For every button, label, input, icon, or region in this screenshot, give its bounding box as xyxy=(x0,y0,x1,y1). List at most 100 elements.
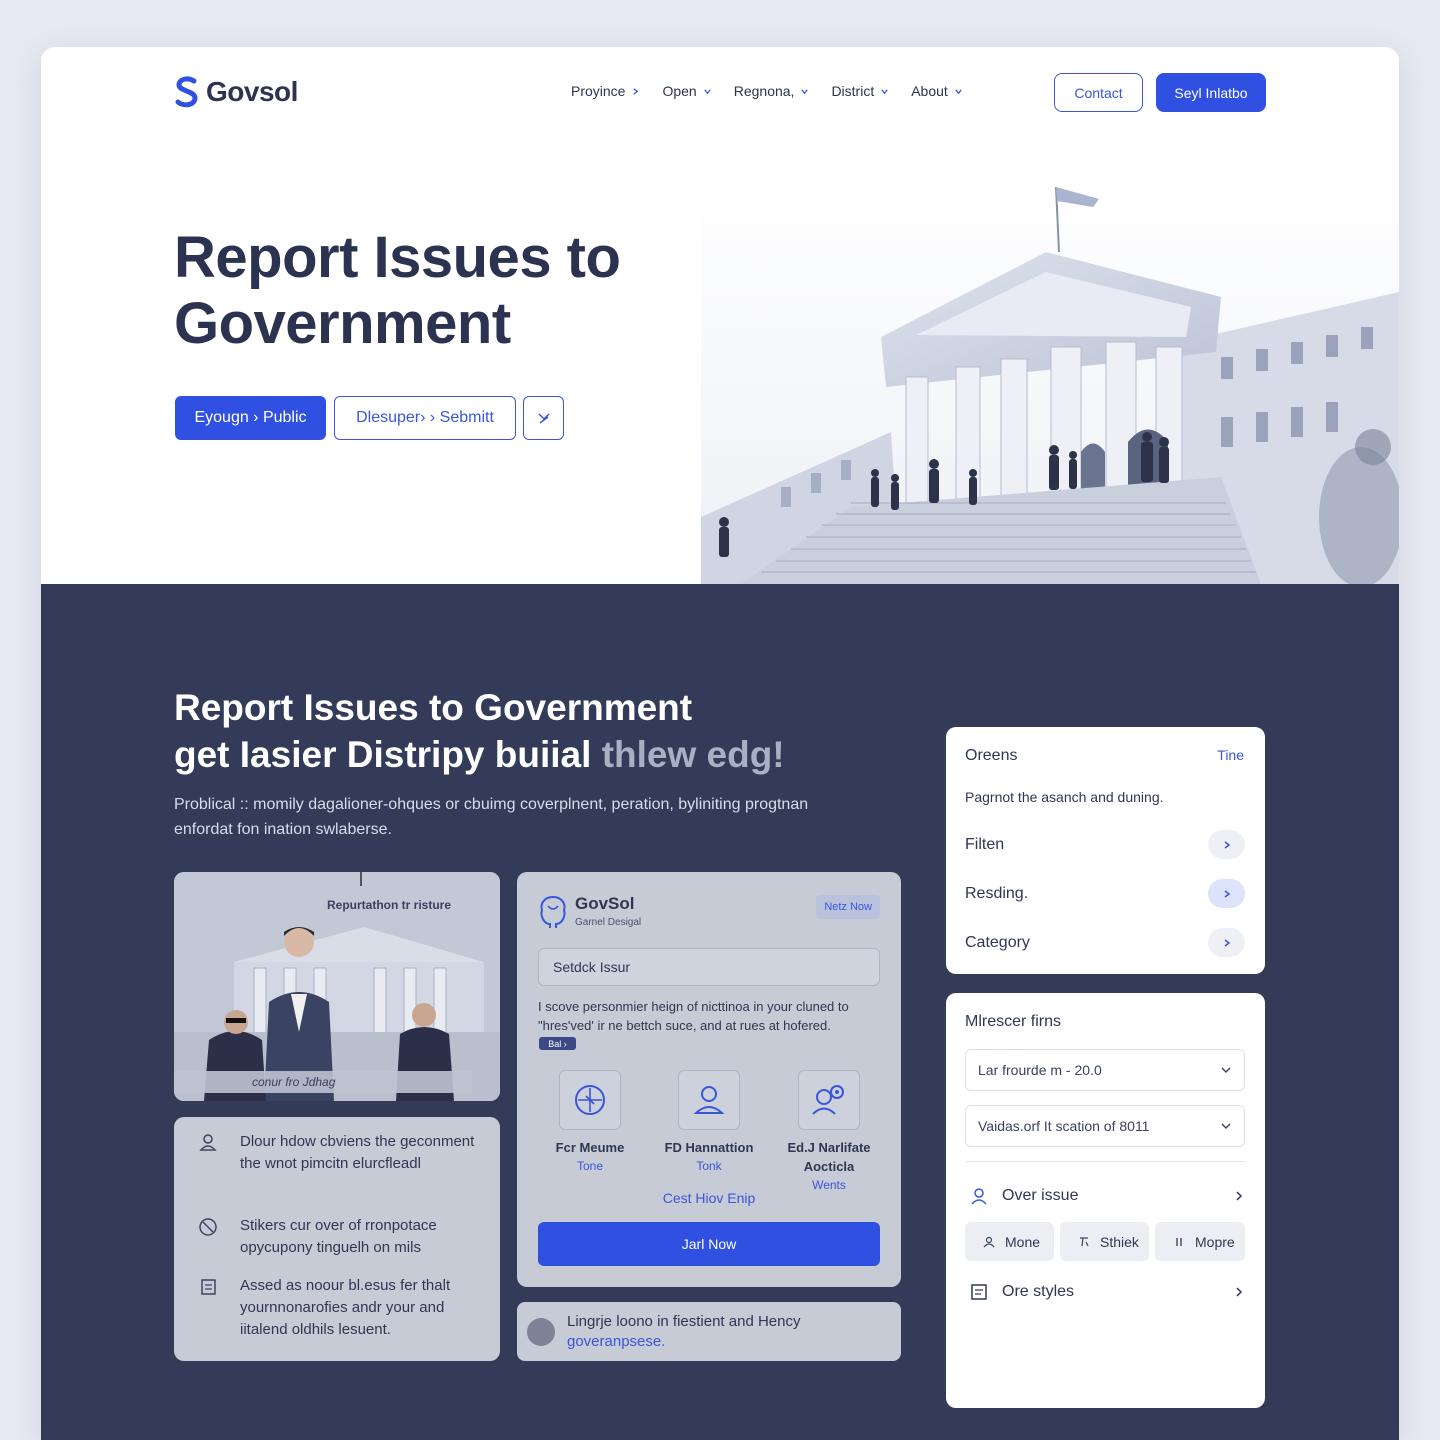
chip-sthiek[interactable]: Sthiek xyxy=(1060,1222,1149,1261)
section-title-muted: thlew edg! xyxy=(601,734,785,775)
document-icon xyxy=(971,1284,987,1300)
chip-more[interactable]: Mone xyxy=(965,1222,1054,1261)
over-issue-row[interactable]: Over issue xyxy=(970,1187,1245,1205)
list-item[interactable]: Assed as noour bl.esus fer thalt yournno… xyxy=(198,1275,490,1341)
person-icon xyxy=(983,1236,995,1247)
filter-row-label: Filten xyxy=(965,835,1005,853)
menu-label: Regnona, xyxy=(733,83,795,99)
settings-user-icon xyxy=(812,1085,844,1115)
menu-label: About xyxy=(911,83,948,99)
menu-item-province[interactable]: Proyince xyxy=(571,83,640,99)
chevron-right-icon xyxy=(1236,1191,1243,1201)
filter-row[interactable]: Resding. xyxy=(965,879,1245,908)
logo[interactable]: Govsol xyxy=(174,75,298,109)
news-text: Lingrje loono in fiestient and Hency gov… xyxy=(567,1312,800,1352)
time-link[interactable]: Tine xyxy=(1217,747,1244,763)
select-value: Vaidas.orf It scation of 8011 xyxy=(978,1118,1150,1134)
list-item[interactable]: Dlour hdow cbviens the geconment the wno… xyxy=(198,1131,490,1175)
ore-styles-row[interactable]: Ore styles xyxy=(970,1283,1245,1301)
more-title: Mlrescer firns xyxy=(965,1013,1062,1030)
feature-item[interactable]: Fcr Meume Tone xyxy=(535,1070,645,1173)
list-item-text: Dlour hdow cbviens the geconment the wno… xyxy=(240,1133,475,1172)
logo-icon xyxy=(175,76,198,108)
section-description: Problical :: momily dagalioner-ohques or… xyxy=(174,796,809,838)
news-link[interactable]: goveranpsese. xyxy=(567,1332,800,1352)
govsol-app-card: GovSol Garnel Desigal Netz Now Setdck Is… xyxy=(517,872,901,1287)
photo-caption-top: Repurtathon tr risture xyxy=(327,898,452,912)
filter-row[interactable]: Category xyxy=(965,928,1245,957)
divider xyxy=(965,1161,1245,1162)
chip-mopre[interactable]: Mopre xyxy=(1155,1222,1245,1261)
news-card[interactable]: Lingrje loono in fiestient and Hency gov… xyxy=(517,1302,901,1361)
tag-icon xyxy=(1080,1236,1089,1246)
section-title-line2: get Iasier Distripy buiial thlew edg! xyxy=(174,731,785,778)
location-select[interactable]: Vaidas.orf It scation of 8011 xyxy=(965,1105,1245,1147)
filter-row[interactable]: Filten xyxy=(965,830,1245,859)
search-input[interactable]: Setdck Issur xyxy=(538,948,880,986)
filter-row-label: Category xyxy=(965,933,1030,951)
toggle[interactable] xyxy=(1208,830,1245,859)
avatar xyxy=(527,1317,555,1346)
public-button[interactable]: Eyougn › Public xyxy=(175,396,326,440)
feature-icon-box xyxy=(559,1070,621,1130)
app-description: I scove personmier heign of nicttinoa in… xyxy=(538,999,849,1033)
section-title-main: get Iasier Distripy buiial xyxy=(174,734,592,775)
filter-card: Oreens Tine Pagrnot the asanch and dunin… xyxy=(946,727,1265,974)
chevron-right-icon xyxy=(633,87,639,95)
section-title-line1: Report Issues to Government xyxy=(174,687,693,728)
info-list-card: Dlour hdow cbviens the geconment the wno… xyxy=(174,1117,500,1361)
block-icon xyxy=(199,1218,217,1236)
row-label: Over issue xyxy=(1002,1187,1079,1204)
person-icon xyxy=(693,1086,725,1114)
brain-icon xyxy=(540,896,566,928)
pause-icon xyxy=(1176,1237,1182,1246)
hero-title: Report Issues to Government xyxy=(174,225,621,356)
select-value: Lar frourde m - 20.0 xyxy=(978,1062,1102,1078)
filter-description: Pagrnot the asanch and duning. xyxy=(965,789,1164,805)
contact-button[interactable]: Contact xyxy=(1054,73,1143,112)
chevron-right-icon xyxy=(1224,938,1230,947)
app-logo: GovSol Garnel Desigal xyxy=(537,894,641,930)
help-link[interactable]: Cest Hiov Enip xyxy=(517,1190,901,1206)
officials-photo-card[interactable]: Repurtathon tr risture conur fro Jdhag xyxy=(174,872,500,1101)
toggle[interactable] xyxy=(1208,928,1245,957)
chevron-down-icon xyxy=(881,88,888,94)
toggle[interactable] xyxy=(1208,879,1245,908)
page-frame: Govsol Proyince Open Regnona, District A… xyxy=(41,47,1399,1440)
document-icon xyxy=(201,1279,216,1295)
new-badge[interactable]: Netz Now xyxy=(816,895,880,919)
chip-label: Mone xyxy=(1005,1233,1041,1250)
chevron-right-icon xyxy=(1236,1287,1243,1297)
menu-item-regional[interactable]: Regnona, xyxy=(734,83,810,99)
compass-icon xyxy=(575,1085,605,1115)
chevron-down-icon xyxy=(801,88,809,94)
list-item-text: Assed as noour bl.esus fer thalt yournno… xyxy=(240,1277,451,1338)
government-building-image xyxy=(701,177,1399,584)
submit-button[interactable]: Dlesuper› › Sebmitt xyxy=(334,396,516,440)
list-item[interactable]: Stikers cur over of rronpotace opycupony… xyxy=(198,1215,490,1259)
close-button[interactable] xyxy=(523,396,564,440)
menu-item-about[interactable]: About xyxy=(911,83,963,99)
menu-label: Proyince xyxy=(571,83,626,99)
feature-sub: Tone xyxy=(576,1159,604,1173)
feature-icon-box xyxy=(678,1070,740,1130)
chevron-down-icon xyxy=(1221,1123,1231,1129)
feature-title: Ed.J Narlifate Aocticla xyxy=(787,1140,871,1174)
feature-item[interactable]: Ed.J Narlifate Aocticla Wents xyxy=(774,1070,884,1192)
menu-item-open[interactable]: Open xyxy=(662,83,711,99)
feature-item[interactable]: FD Hannattion Tonk xyxy=(654,1070,764,1173)
chevron-down-icon xyxy=(704,88,711,94)
feature-title: FD Hannattion xyxy=(664,1140,754,1155)
menu-item-district[interactable]: District xyxy=(831,83,889,99)
more-tag[interactable]: Bal › xyxy=(539,1037,576,1050)
photo-caption-bottom: conur fro Jdhag xyxy=(174,1071,472,1093)
menu-label: Open xyxy=(662,83,697,99)
filter-title: Oreens xyxy=(965,747,1018,764)
sign-in-button[interactable]: Seyl Inlatbo xyxy=(1156,73,1266,112)
join-now-button[interactable]: Jarl Now xyxy=(538,1222,880,1266)
filter-row-label: Resding. xyxy=(965,884,1029,902)
range-select[interactable]: Lar frourde m - 20.0 xyxy=(965,1049,1245,1091)
app-logo-name: GovSol xyxy=(575,894,635,913)
user-icon xyxy=(199,1134,217,1151)
news-line: Lingrje loono in fiestient and Hency xyxy=(567,1312,801,1330)
